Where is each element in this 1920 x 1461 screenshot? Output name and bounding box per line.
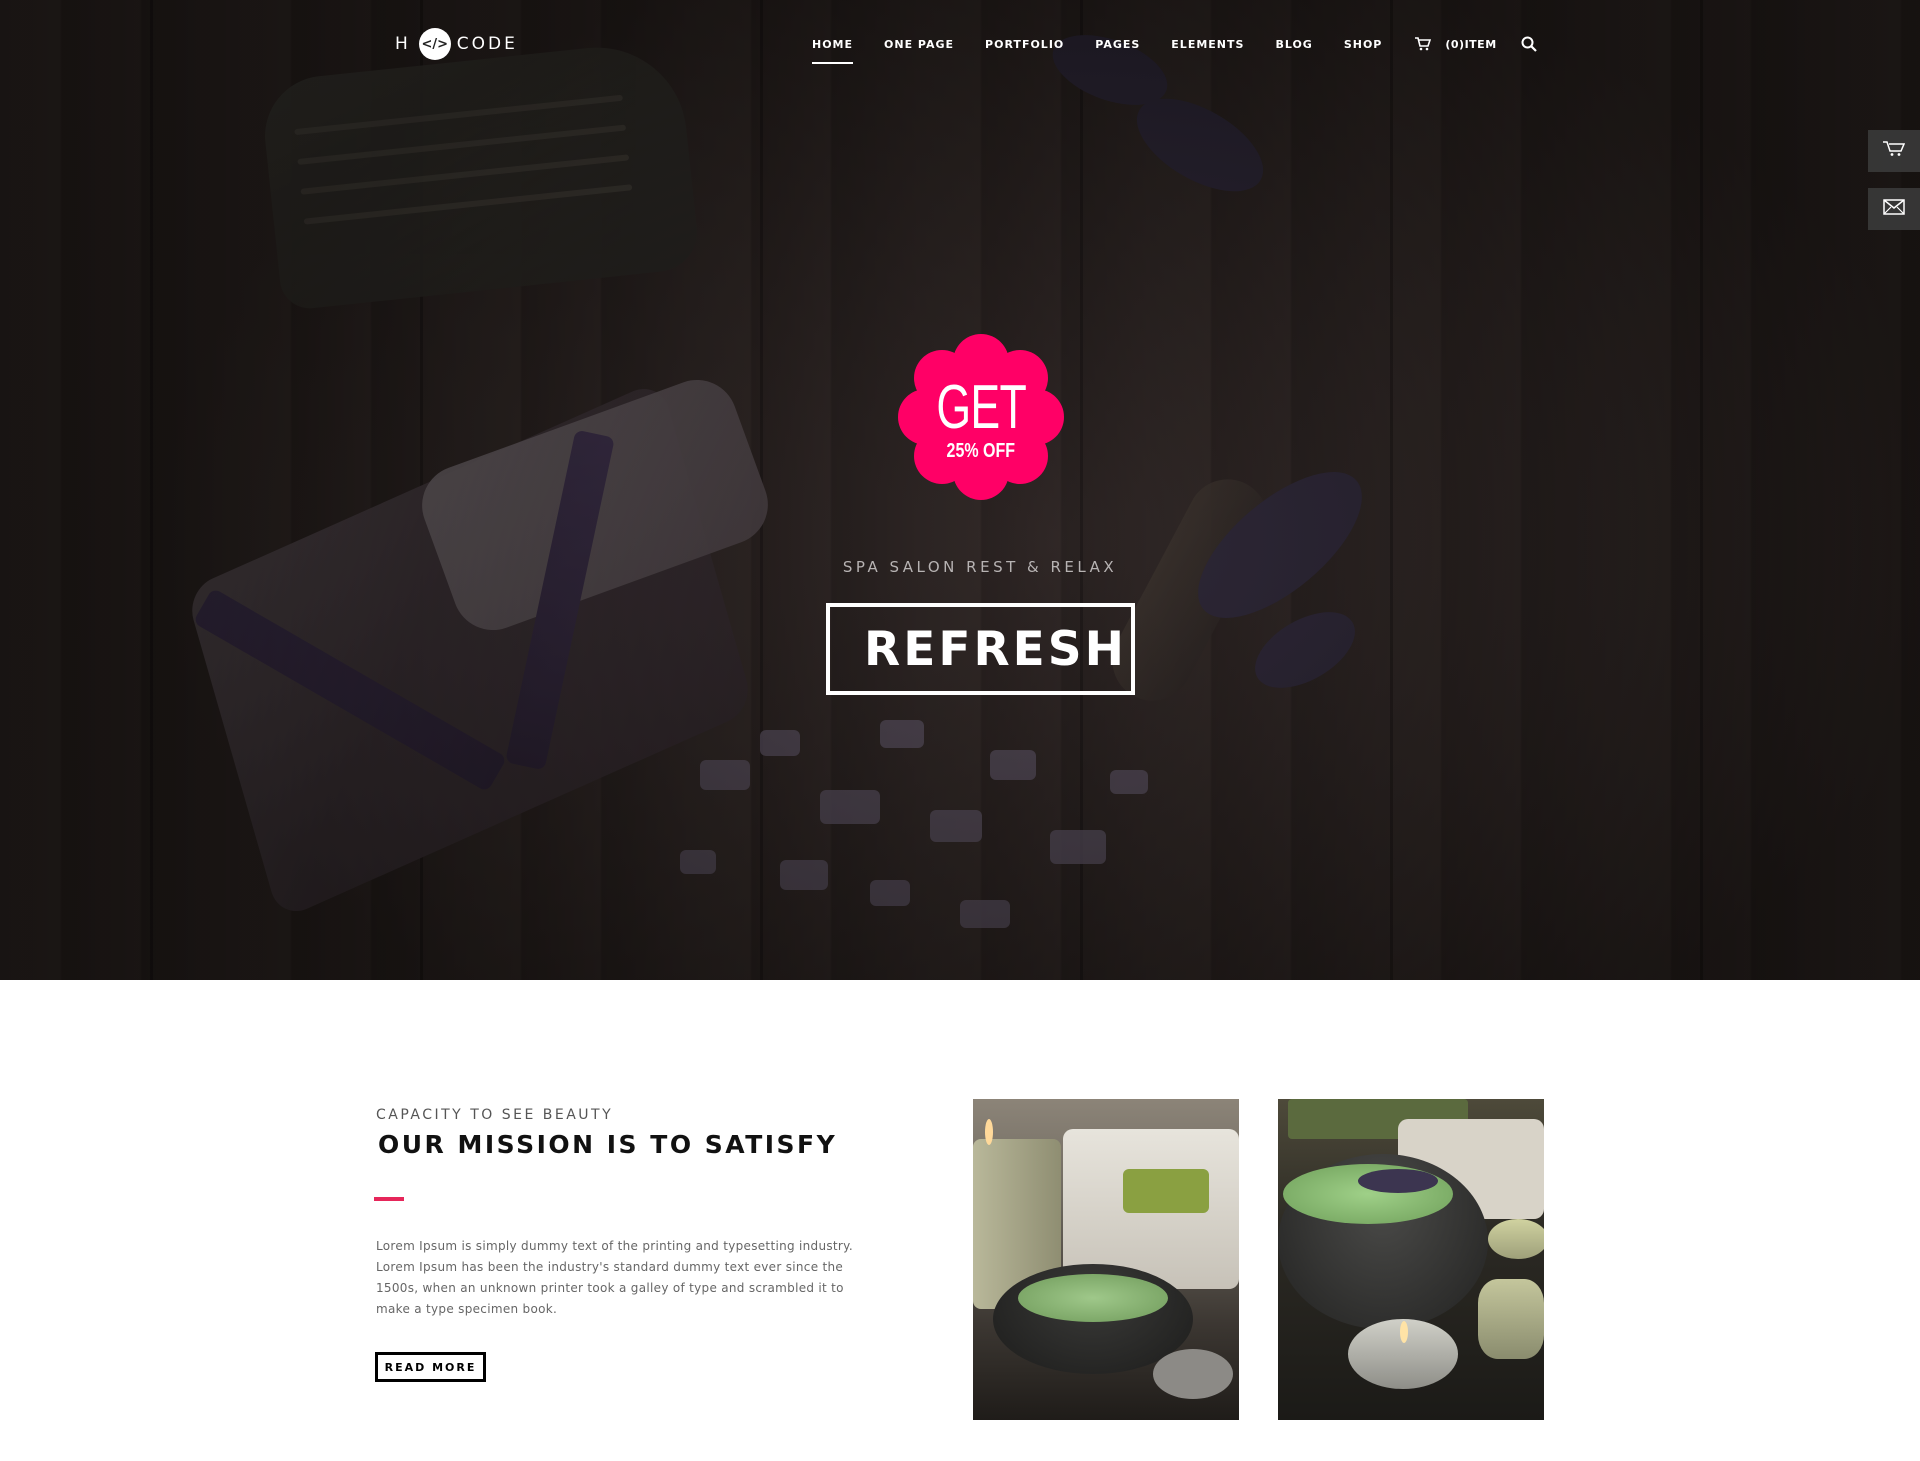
nav-home[interactable]: HOME [812, 38, 854, 64]
nav-elements[interactable]: ELEMENTS [1171, 38, 1244, 51]
code-icon: </> [418, 28, 451, 60]
badge-get-text: GET [936, 372, 1026, 442]
mission-eyebrow: CAPACITY TO SEE BEAUTY [376, 1107, 614, 1123]
hero-title: REFRESH [864, 621, 1127, 677]
cart-link[interactable]: (0)ITEM [1415, 37, 1496, 51]
cart-count: (0)ITEM [1445, 37, 1497, 51]
hero-title-box: REFRESH [826, 603, 1135, 695]
logo-letter: H [395, 34, 411, 54]
read-more-button[interactable]: READ MORE [375, 1352, 486, 1382]
nav-shop[interactable]: SHOP [1344, 38, 1383, 51]
logo-text: CODE [456, 34, 518, 54]
cart-icon [1883, 141, 1906, 161]
nav-one-page[interactable]: ONE PAGE [884, 38, 954, 51]
site-logo[interactable]: H </> CODE [395, 28, 518, 60]
main-nav: HOME ONE PAGE PORTFOLIO PAGES ELEMENTS B… [812, 34, 1537, 64]
nav-portfolio[interactable]: PORTFOLIO [985, 38, 1064, 51]
mission-heading: OUR MISSION IS TO SATISFY [378, 1130, 838, 1159]
nav-pages[interactable]: PAGES [1095, 38, 1140, 51]
spa-salt-candles-photo [1278, 1099, 1544, 1420]
discount-badge: GET 25% OFF [898, 332, 1064, 502]
nav-blog[interactable]: BLOG [1275, 38, 1312, 51]
mail-icon [1883, 199, 1905, 219]
cart-icon [1415, 37, 1432, 51]
badge-offer-text: 25% OFF [946, 439, 1016, 462]
hero-subtitle: SPA SALON REST & RELAX [842, 558, 1118, 576]
side-mail-tab[interactable] [1868, 188, 1920, 230]
search-icon[interactable] [1521, 36, 1537, 52]
hero-section: H </> CODE HOME ONE PAGE PORTFOLIO PAGES… [0, 0, 1920, 980]
side-cart-tab[interactable] [1868, 130, 1920, 172]
accent-divider [374, 1197, 404, 1201]
mission-body: Lorem Ipsum is simply dummy text of the … [376, 1239, 853, 1316]
spa-candle-towel-photo [973, 1099, 1239, 1420]
